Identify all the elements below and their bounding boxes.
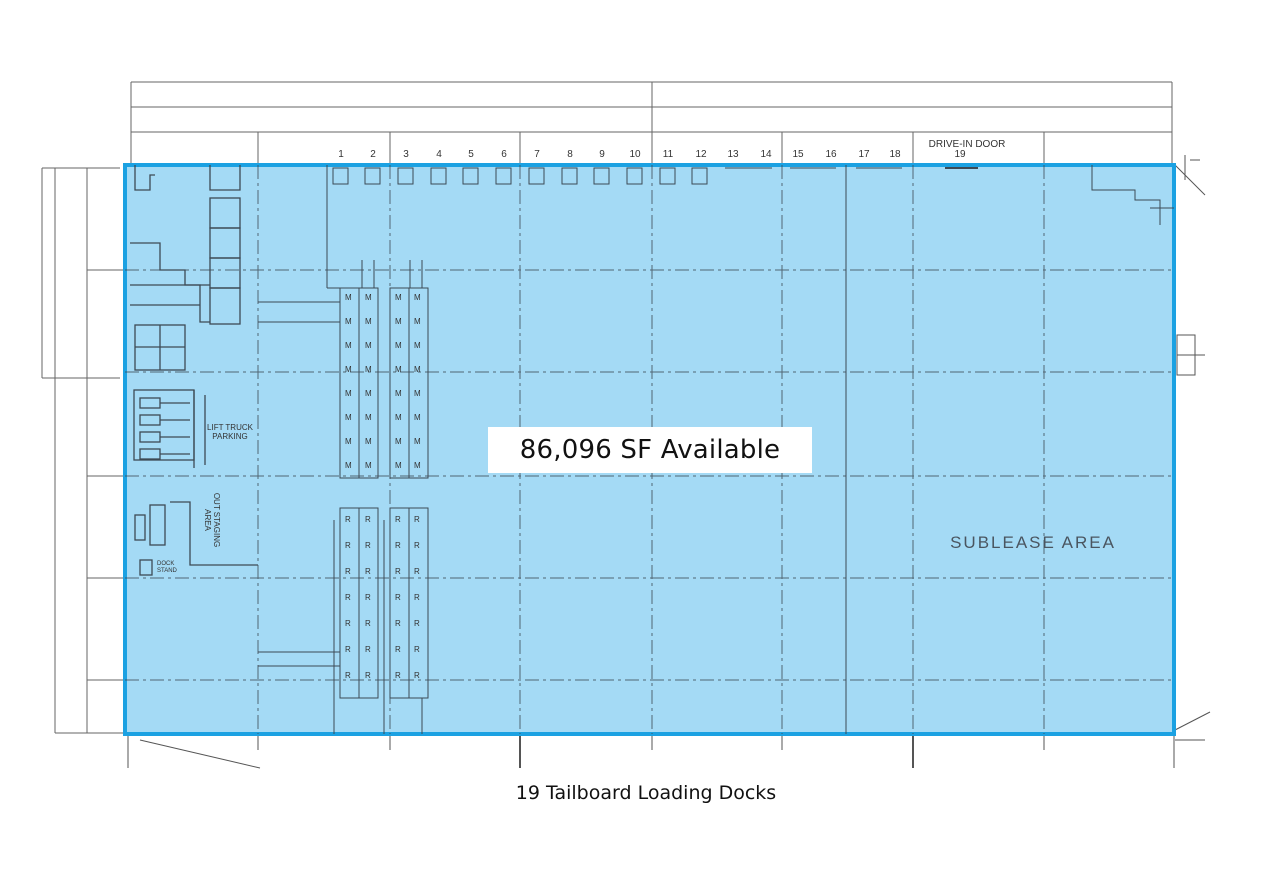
drive-in-door-number: 19 [954, 149, 966, 160]
rack-mark: R [395, 567, 401, 576]
rack-mark: R [365, 645, 371, 654]
dock-number-13: 13 [727, 149, 739, 160]
dock-number-10: 10 [629, 149, 641, 160]
rack-mark: R [345, 567, 351, 576]
rack-mark: M [365, 293, 372, 302]
rack-mark: R [365, 593, 371, 602]
rack-mark: M [345, 293, 352, 302]
dock-numbers: 1 2 3 4 5 6 7 8 9 10 11 12 13 14 15 16 1… [338, 139, 1005, 160]
rack-mark: M [414, 461, 421, 470]
rack-mark: R [345, 515, 351, 524]
rack-mark: M [365, 461, 372, 470]
dock-number-4: 4 [436, 149, 442, 160]
rack-mark: R [395, 619, 401, 628]
lift-truck-parking-label: PARKING [212, 432, 247, 441]
rack-mark: R [395, 645, 401, 654]
rack-mark: M [345, 389, 352, 398]
rack-mark: R [395, 541, 401, 550]
drive-in-door-label: DRIVE-IN DOOR [929, 139, 1006, 150]
rack-mark: M [345, 437, 352, 446]
rack-mark: R [414, 671, 420, 680]
rack-mark: R [414, 619, 420, 628]
sublease-area-label: SUBLEASE AREA [950, 533, 1116, 552]
rack-mark: M [395, 413, 402, 422]
dock-number-15: 15 [792, 149, 804, 160]
rack-mark: M [345, 413, 352, 422]
rack-mark: M [395, 341, 402, 350]
rack-mark: R [345, 541, 351, 550]
rack-mark: R [365, 567, 371, 576]
rack-mark: R [395, 515, 401, 524]
rack-mark: R [414, 541, 420, 550]
top-dimension-lines [130, 81, 1173, 165]
rack-mark: R [345, 619, 351, 628]
rack-mark: M [365, 437, 372, 446]
rack-mark: R [345, 593, 351, 602]
rack-mark: M [414, 293, 421, 302]
loading-docks-caption: 19 Tailboard Loading Docks [515, 782, 777, 804]
rack-mark: R [365, 671, 371, 680]
right-side-features [1173, 155, 1211, 768]
rack-mark: R [365, 619, 371, 628]
rack-mark: M [395, 389, 402, 398]
rack-mark: M [365, 317, 372, 326]
rack-mark: M [395, 317, 402, 326]
dock-number-1: 1 [338, 149, 344, 160]
dock-number-14: 14 [760, 149, 772, 160]
rack-mark: M [345, 341, 352, 350]
rack-mark: M [345, 461, 352, 470]
dock-stand-label: STAND [157, 568, 178, 574]
dock-number-3: 3 [403, 149, 409, 160]
dock-number-6: 6 [501, 149, 507, 160]
rack-mark: R [395, 593, 401, 602]
rack-mark: M [365, 365, 372, 374]
rack-mark: M [395, 461, 402, 470]
dock-number-11: 11 [663, 149, 674, 160]
available-area-callout: 86,096 SF Available [488, 427, 812, 473]
dock-number-2: 2 [370, 149, 376, 160]
dock-number-7: 7 [534, 149, 540, 160]
rack-mark: M [365, 389, 372, 398]
rack-mark: R [365, 515, 371, 524]
rack-mark: M [345, 317, 352, 326]
rack-mark: M [395, 293, 402, 302]
rack-mark: M [395, 437, 402, 446]
rack-mark: M [395, 365, 402, 374]
rack-mark: M [414, 341, 421, 350]
bottom-features [127, 735, 1045, 769]
rack-mark: M [365, 341, 372, 350]
rack-mark: M [414, 413, 421, 422]
dock-number-5: 5 [468, 149, 474, 160]
rack-mark: R [345, 671, 351, 680]
rack-mark: M [365, 413, 372, 422]
left-dimension-lines [41, 167, 125, 734]
rack-mark: R [395, 671, 401, 680]
dock-number-17: 17 [858, 149, 870, 160]
rack-mark: R [365, 541, 371, 550]
rack-mark: M [345, 365, 352, 374]
rack-mark: M [414, 365, 421, 374]
out-staging-area-label: OUT STAGING [212, 493, 221, 547]
dock-number-18: 18 [889, 149, 901, 160]
rack-mark: R [414, 567, 420, 576]
rack-mark: R [345, 645, 351, 654]
lift-truck-parking-label: LIFT TRUCK [207, 423, 254, 432]
rack-mark: M [414, 317, 421, 326]
rack-mark: R [414, 645, 420, 654]
dock-number-9: 9 [599, 149, 605, 160]
out-staging-area-label: AREA [203, 509, 212, 531]
rack-mark: R [414, 593, 420, 602]
rack-mark: M [414, 389, 421, 398]
rack-mark: R [414, 515, 420, 524]
dock-number-8: 8 [567, 149, 573, 160]
dock-stand-label: DOCK [157, 561, 174, 567]
dock-number-12: 12 [695, 149, 707, 160]
rack-mark: M [414, 437, 421, 446]
dock-number-16: 16 [825, 149, 837, 160]
